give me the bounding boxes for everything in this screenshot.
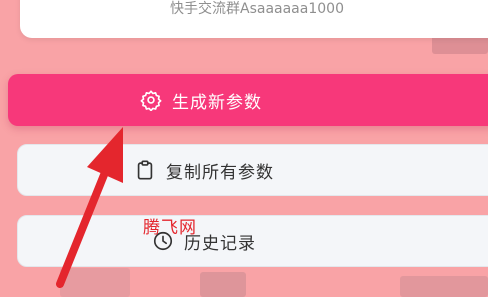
watermark-text: 腾飞网 (143, 218, 197, 238)
background-image-fragment (60, 268, 130, 297)
clipboard-icon (134, 159, 156, 181)
generate-params-label: 生成新参数 (172, 92, 262, 113)
copy-all-params-label: 复制所有参数 (166, 162, 274, 183)
background-image-fragment (200, 272, 246, 297)
history-button[interactable]: 历史记录 (17, 215, 488, 267)
group-info-card: 快手交流群Asaaaaaa1000 (20, 0, 488, 38)
background-image-fragment (400, 276, 488, 297)
generate-params-button[interactable]: 生成新参数 (8, 74, 488, 126)
copy-all-params-button[interactable]: 复制所有参数 (17, 144, 488, 196)
gear-icon (140, 89, 162, 111)
group-info-text: 快手交流群Asaaaaaa1000 (170, 1, 344, 17)
